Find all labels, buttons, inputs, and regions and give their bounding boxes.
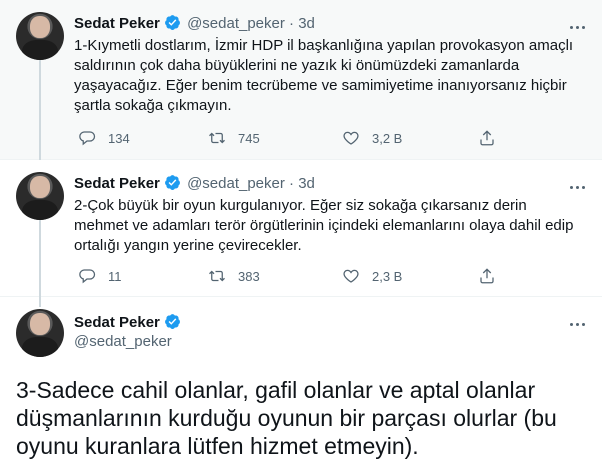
- heart-icon: [343, 131, 359, 145]
- tweet-3-focused: Sedat Peker @sedat_peker 3-Sadece cahil …: [0, 297, 602, 469]
- user-handle[interactable]: @sedat_peker: [187, 15, 285, 32]
- tweet-header: Sedat Peker @sedat_peker · 3d: [74, 14, 315, 33]
- tweet-1[interactable]: Sedat Peker @sedat_peker · 3d 1-Kıymetli…: [0, 0, 602, 160]
- share-button[interactable]: [478, 128, 496, 148]
- tweet-actions: 134 745 3,2 B: [74, 128, 594, 148]
- share-icon: [480, 268, 494, 284]
- more-options-icon[interactable]: [568, 176, 586, 189]
- reply-icon: [79, 131, 96, 146]
- retweet-button[interactable]: 383: [208, 266, 260, 286]
- tweet-actions: 11 383 2,3 B: [74, 266, 594, 286]
- reply-icon: [79, 269, 96, 284]
- avatar[interactable]: [16, 309, 64, 357]
- tweet-text: 1-Kıymetli dostlarım, İzmir HDP il başka…: [74, 37, 574, 114]
- display-name[interactable]: Sedat Peker: [74, 175, 160, 192]
- retweet-button[interactable]: 745: [208, 128, 260, 148]
- timestamp[interactable]: 3d: [298, 15, 315, 32]
- like-button[interactable]: 3,2 B: [342, 128, 402, 148]
- separator-dot: ·: [289, 175, 295, 192]
- display-name[interactable]: Sedat Peker: [74, 15, 160, 32]
- reply-button[interactable]: 134: [78, 128, 130, 148]
- like-button[interactable]: 2,3 B: [342, 266, 402, 286]
- tweet-header: Sedat Peker @sedat_peker · 3d: [74, 174, 315, 193]
- reply-button[interactable]: 11: [78, 266, 122, 286]
- retweet-count: 745: [238, 130, 260, 146]
- separator-dot: ·: [289, 15, 295, 32]
- verified-badge-icon: [164, 314, 180, 329]
- heart-icon: [343, 269, 359, 283]
- thread-line: [39, 56, 41, 160]
- tweet-text: 3-Sadece cahil olanlar, gafil olanlar ve…: [16, 377, 557, 459]
- avatar[interactable]: [16, 172, 64, 220]
- tweet-2[interactable]: Sedat Peker @sedat_peker · 3d 2-Çok büyü…: [0, 160, 602, 297]
- retweet-count: 383: [238, 268, 260, 284]
- verified-badge-icon: [164, 175, 180, 190]
- thread-line: [39, 216, 41, 297]
- more-options-icon[interactable]: [568, 16, 586, 29]
- share-icon: [480, 130, 494, 146]
- retweet-icon: [209, 132, 225, 144]
- display-name[interactable]: Sedat Peker: [74, 314, 160, 331]
- retweet-icon: [209, 270, 225, 282]
- like-count: 2,3 B: [372, 268, 403, 284]
- like-count: 3,2 B: [372, 130, 403, 146]
- timestamp[interactable]: 3d: [298, 175, 315, 192]
- tweet-text: 2-Çok büyük bir oyun kurgulanıyor. Eğer …: [74, 197, 574, 254]
- user-handle[interactable]: @sedat_peker: [74, 333, 172, 351]
- verified-badge-icon: [164, 15, 180, 30]
- user-handle[interactable]: @sedat_peker: [187, 175, 285, 192]
- thread-line: [39, 297, 41, 307]
- tweet-header: Sedat Peker: [74, 313, 183, 332]
- avatar[interactable]: [16, 12, 64, 60]
- more-options-icon[interactable]: [568, 313, 586, 326]
- reply-count: 134: [108, 130, 130, 146]
- share-button[interactable]: [478, 266, 496, 286]
- reply-count: 11: [108, 268, 122, 284]
